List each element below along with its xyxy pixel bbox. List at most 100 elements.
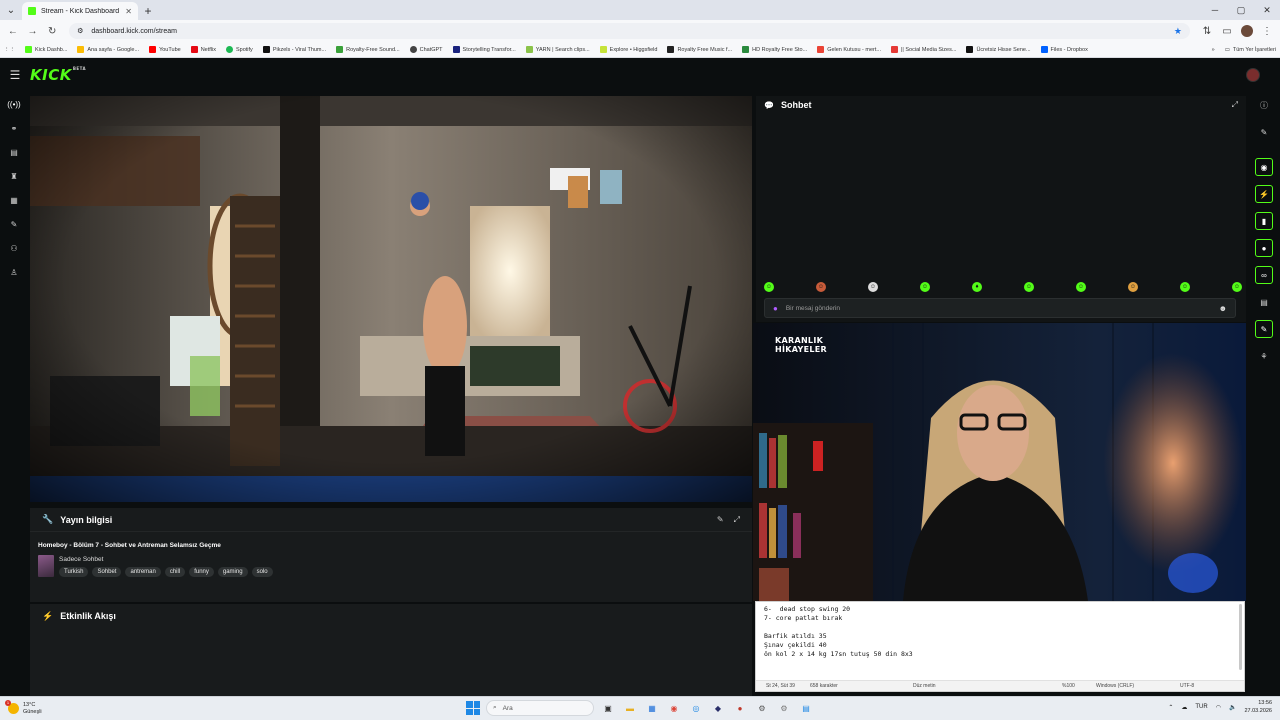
bolt-icon[interactable]: ⚡ xyxy=(1255,185,1273,203)
address-bar[interactable]: ⚙ dashboard.kick.com/stream ★ xyxy=(69,23,1190,39)
emote-icon[interactable]: ☺ xyxy=(1232,282,1242,292)
app-icon[interactable]: ◆ xyxy=(710,700,726,716)
bookmark-item[interactable]: Files - Dropbox xyxy=(1040,46,1088,53)
emote-icon[interactable]: ♦ xyxy=(972,282,982,292)
browser-tab[interactable]: Stream - Kick Dashboard ✕ xyxy=(22,2,138,20)
back-icon[interactable]: ← xyxy=(4,22,22,40)
volume-icon[interactable]: 🔈 xyxy=(1229,704,1236,711)
emote-icon[interactable]: ☺ xyxy=(816,282,826,292)
bookmark-item[interactable]: HD Royalty Free Sto... xyxy=(742,46,807,53)
bookmark-item[interactable]: Spotify xyxy=(225,46,253,53)
emote-icon[interactable]: ☺ xyxy=(1128,282,1138,292)
media-icon[interactable]: ▦ xyxy=(5,192,23,208)
bookmark-item[interactable]: Royalty Free Music f... xyxy=(667,46,732,53)
site-info-icon[interactable]: ⚙ xyxy=(77,27,83,35)
emoji-picker-icon[interactable]: ☻ xyxy=(1219,304,1227,313)
pencil-icon[interactable]: ✎ xyxy=(1255,123,1273,141)
taskbar-search[interactable]: ⌕ Ara xyxy=(486,700,594,716)
category-thumbnail[interactable] xyxy=(38,555,54,577)
weather-widget[interactable]: 1 13°C Güneşli xyxy=(0,700,42,716)
chrome-icon[interactable]: ◉ xyxy=(666,700,682,716)
apps-grid-icon[interactable]: ⋮⋮ xyxy=(4,47,15,53)
emote-icon[interactable]: ☺ xyxy=(1180,282,1190,292)
notepad-scrollbar[interactable] xyxy=(1239,604,1242,670)
profile-avatar[interactable] xyxy=(1238,22,1256,40)
category-name[interactable]: Sadece Sohbet xyxy=(59,556,103,563)
maximize-icon[interactable]: ▢ xyxy=(1228,0,1254,20)
cloud-icon[interactable]: ☁ xyxy=(1181,704,1187,711)
community-icon[interactable]: ⚇ xyxy=(5,240,23,256)
more-bookmarks-icon[interactable]: » xyxy=(1212,47,1215,53)
trophy-icon[interactable]: ♜ xyxy=(5,168,23,184)
popout-chat-icon[interactable]: ⤢ xyxy=(1232,100,1238,110)
store-icon[interactable]: ▦ xyxy=(644,700,660,716)
bookmark-item[interactable]: || Social Media Sizes... xyxy=(891,46,956,53)
tag-chip[interactable]: solo xyxy=(251,567,273,577)
bookmark-item[interactable]: Netflix xyxy=(190,46,216,53)
notepad-window[interactable]: 6- dead stop swing 20 7- core patlat bıra… xyxy=(755,601,1245,692)
bookmark-item[interactable]: Ana sayfa - Google... xyxy=(77,46,139,53)
edit-pencil-icon[interactable]: ✎ xyxy=(717,515,724,525)
browser-menu-icon[interactable]: ⋮ xyxy=(1258,22,1276,40)
chat-message-input[interactable]: ● Bir mesaj gönderin ☻ xyxy=(764,298,1236,318)
kick-logo[interactable]: KICKBETA xyxy=(30,66,86,84)
bookmark-item[interactable]: Royalty-Free Sound... xyxy=(336,46,400,53)
chat-bubble-icon[interactable]: ● xyxy=(1255,239,1273,257)
windows-start-icon[interactable] xyxy=(466,701,480,715)
edge-icon[interactable]: ◎ xyxy=(688,700,704,716)
camera-icon[interactable]: ◉ xyxy=(1255,158,1273,176)
chevron-up-icon[interactable]: ⌃ xyxy=(1168,704,1173,711)
bookmark-item[interactable]: Gelen Kutusu - mert... xyxy=(817,46,881,53)
creator-icon[interactable]: ♙ xyxy=(5,264,23,280)
all-bookmarks-folder[interactable]: ▭ Tüm Yer İşaretleri xyxy=(1225,47,1276,53)
bookmark-item[interactable]: Ücretsiz Hisse Sene... xyxy=(966,46,1031,53)
secondary-video-window[interactable]: KARANLIK HİKAYELER xyxy=(753,323,1246,601)
task-view-icon[interactable]: ▣ xyxy=(600,700,616,716)
stream-icon[interactable]: ((•)) xyxy=(5,96,23,112)
tag-chip[interactable]: funny xyxy=(189,567,214,577)
forward-icon[interactable]: → xyxy=(24,22,42,40)
close-tab-icon[interactable]: ✕ xyxy=(125,7,132,16)
settings-gear-icon[interactable]: ⚙ xyxy=(754,700,770,716)
library-icon[interactable]: ▤ xyxy=(1255,293,1273,311)
link-icon[interactable]: ⚭ xyxy=(5,120,23,136)
bookmark-item[interactable]: Explore • Higgsfield xyxy=(599,46,657,53)
new-tab-button[interactable]: + xyxy=(138,2,158,20)
analytics-icon[interactable]: ▤ xyxy=(5,144,23,160)
tag-chip[interactable]: gaming xyxy=(217,567,248,577)
stream-preview-video[interactable] xyxy=(30,96,752,502)
bookmark-item[interactable]: YouTube xyxy=(149,46,181,53)
file-explorer-icon[interactable]: ▬ xyxy=(622,700,638,716)
sidebar-icon[interactable]: ▭ xyxy=(1218,22,1236,40)
bookmark-item[interactable]: YARN | Search clips... xyxy=(525,46,590,53)
emote-icon[interactable]: ☺ xyxy=(868,282,878,292)
reload-icon[interactable]: ↻ xyxy=(43,22,61,40)
bookmark-item[interactable]: ChatGPT xyxy=(409,46,443,53)
settings-icon[interactable]: ⚙ xyxy=(776,700,792,716)
tag-chip[interactable]: Turkish xyxy=(59,567,89,577)
close-window-icon[interactable]: ✕ xyxy=(1254,0,1280,20)
emote-icon[interactable]: ☺ xyxy=(1024,282,1034,292)
wifi-icon[interactable]: ◠ xyxy=(1216,704,1221,711)
user-avatar[interactable] xyxy=(1246,68,1260,82)
notepad-text[interactable]: 6- dead stop swing 20 7- core patlat bıra… xyxy=(764,605,913,659)
extensions-icon[interactable]: ⇅ xyxy=(1198,22,1216,40)
tag-chip[interactable]: Sohbet xyxy=(92,567,122,577)
tag-chip[interactable]: chill xyxy=(164,567,186,577)
hamburger-menu-icon[interactable]: ☰ xyxy=(0,60,30,90)
bookmark-item[interactable]: Kick Dashb... xyxy=(25,46,67,53)
emote-icon[interactable]: ☺ xyxy=(764,282,774,292)
bookmark-item[interactable]: Storytelling Transfor... xyxy=(452,46,516,53)
emote-icon[interactable]: ☺ xyxy=(920,282,930,292)
connection-icon[interactable]: ∞ xyxy=(1255,266,1273,284)
minimize-icon[interactable]: ─ xyxy=(1202,0,1228,20)
popout-icon[interactable]: ⤢ xyxy=(734,515,740,525)
tool-icon[interactable]: ✎ xyxy=(1255,320,1273,338)
tab-search-icon[interactable]: ⌄ xyxy=(0,0,22,20)
mic-icon[interactable]: ● xyxy=(773,304,778,313)
recorder-icon[interactable]: ● xyxy=(732,700,748,716)
share-icon[interactable]: ⚘ xyxy=(1255,347,1273,365)
emote-icon[interactable]: ☺ xyxy=(1076,282,1086,292)
notepad-app-icon[interactable]: ▤ xyxy=(798,700,814,716)
bookmark-star-icon[interactable]: ★ xyxy=(1174,26,1182,37)
